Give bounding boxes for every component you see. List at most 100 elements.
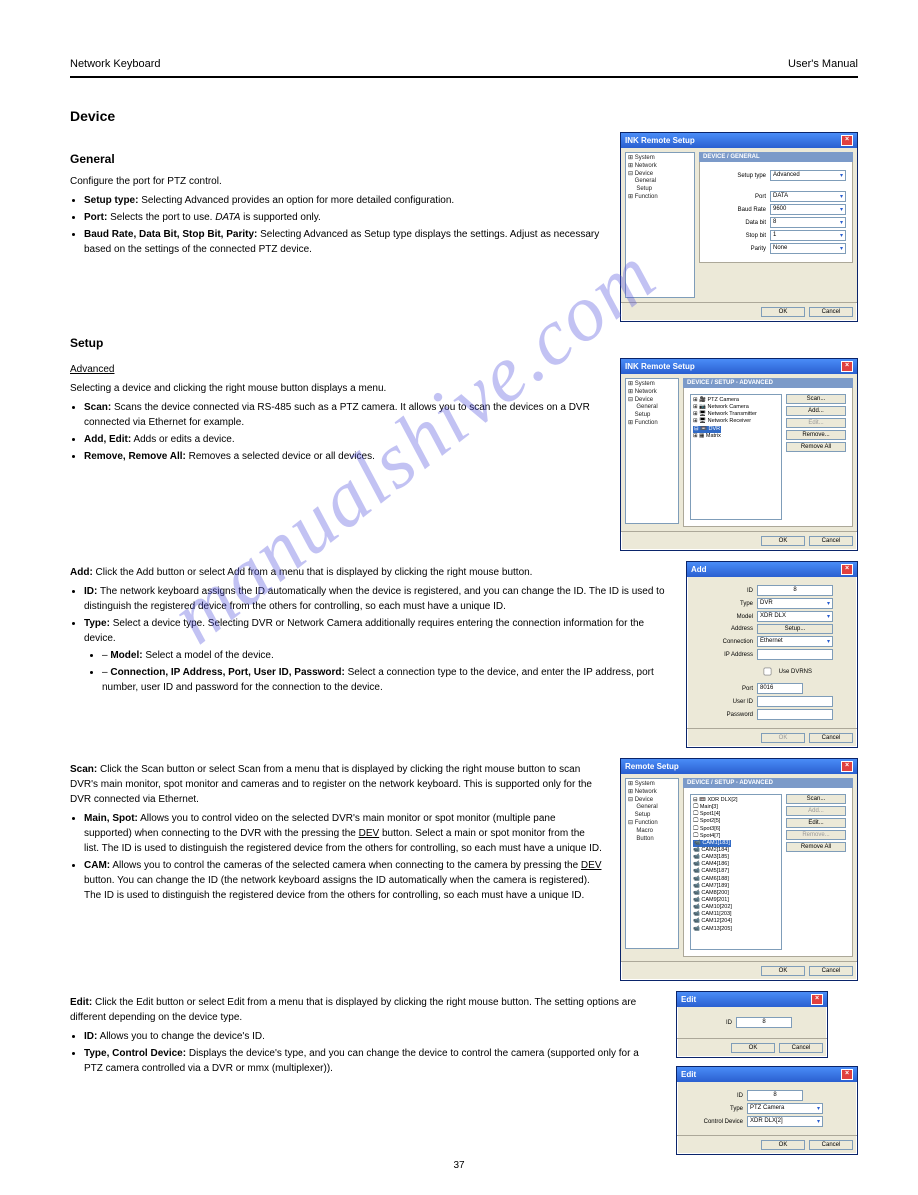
label-baud: Baud Rate [706,207,766,213]
button-edit[interactable]: Edit... [786,418,846,428]
select-model[interactable]: XDR DLX [757,611,833,622]
page-header: Network Keyboard User's Manual [70,40,858,78]
button-removeall[interactable]: Remove All [786,842,846,852]
close-icon[interactable]: × [841,1069,853,1080]
edit-text: Edit: Click the Edit button or select Ed… [70,995,658,1025]
userid-field[interactable] [757,696,833,707]
nav-tree[interactable]: ⊞ System⊞ Network⊟ Device General Setup⊞… [625,378,679,524]
select-type[interactable]: DVR [757,598,833,609]
label-connection: Connection [693,639,753,645]
ok-button[interactable]: OK [761,536,805,546]
select-stopbit[interactable]: 1 [770,230,846,241]
general-heading: General [70,152,602,166]
label-stopbit: Stop bit [706,233,766,239]
button-scan[interactable]: Scan... [786,794,846,804]
cancel-button[interactable]: Cancel [809,966,853,976]
label-id: ID [693,588,753,594]
advanced-list: Scan: Scans the device connected via RS-… [84,400,602,464]
cancel-button[interactable]: Cancel [809,307,853,317]
close-icon[interactable]: × [841,361,853,372]
nav-tree[interactable]: ⊞ System⊞ Network⊟ Device General Setup⊞… [625,152,695,298]
advanced-heading: Advanced [70,362,602,377]
scan-text: Scan: Click the Scan button or select Sc… [70,762,602,807]
label-address: Address [693,626,753,632]
nav-tree[interactable]: ⊞ System⊞ Network⊟ Device General Setup⊟… [625,778,679,949]
dialog-title: Add [691,565,707,574]
label-id: ID [712,1020,732,1026]
dialog-device-setup-advanced: INK Remote Setup × ⊞ System⊞ Network⊟ Dev… [620,358,858,551]
button-add[interactable]: Add... [786,806,846,816]
id-field[interactable]: 8 [736,1017,792,1028]
cancel-button[interactable]: Cancel [779,1043,823,1053]
password-field[interactable] [757,709,833,720]
ok-button[interactable]: OK [731,1043,775,1053]
select-parity[interactable]: None [770,243,846,254]
select-setup-type[interactable]: Advanced [770,170,846,181]
label-type: Type [693,601,753,607]
use-dvrns-checkbox[interactable]: Use DVRNS [757,662,812,681]
setup-heading: Setup [70,336,858,350]
general-list: Setup type: Selecting Advanced provides … [84,193,602,257]
ok-button[interactable]: OK [761,733,805,743]
label-port-num: Port [693,686,753,692]
button-column: Scan... Add... Edit... Remove... Remove All [786,794,846,950]
label-userid: User ID [693,699,753,705]
device-heading: Device [70,108,858,124]
ip-field[interactable] [757,649,833,660]
add-text: Add: Click the Add button or select Add … [70,565,668,580]
dialog-edit-id: Edit× ID8 OKCancel [676,991,828,1058]
select-control-device[interactable]: XDR DLX[2] [747,1116,823,1127]
ok-button[interactable]: OK [761,1140,805,1150]
dialog-device-general: INK Remote Setup × ⊞ System⊞ Network⊟ Dev… [620,132,858,322]
close-icon[interactable]: × [811,994,823,1005]
button-remove[interactable]: Remove... [786,830,846,840]
label-id: ID [683,1093,743,1099]
select-databit[interactable]: 8 [770,217,846,228]
dialog-scan-result: Remote Setup × ⊞ System⊞ Network⊟ Device … [620,758,858,981]
select-type[interactable]: PTZ Camera [747,1103,823,1114]
edit-list: ID: Allows you to change the device's ID… [84,1029,658,1076]
general-intro: Configure the port for PTZ control. [70,174,602,189]
select-baud[interactable]: 9600 [770,204,846,215]
label-setup-type: Setup type [706,173,766,179]
add-list: ID: The network keyboard assigns the ID … [84,584,668,695]
label-password: Password [693,712,753,718]
cancel-button[interactable]: Cancel [809,536,853,546]
close-icon[interactable]: × [841,135,853,146]
panel-title: DEVICE / SETUP - ADVANCED [683,378,853,388]
device-tree[interactable]: ⊟ 📼 XDR DLX[2] 🖵 Main[3] 🖵 Spot1[4] 🖵 Sp… [690,794,782,950]
label-type: Type [683,1106,743,1112]
button-edit[interactable]: Edit... [786,818,846,828]
device-tree[interactable]: ⊞ 🎥 PTZ Camera⊞ 📷 Network Camera⊞ 🖥 Netw… [690,394,782,520]
label-databit: Data bit [706,220,766,226]
label-model: Model [693,614,753,620]
cancel-button[interactable]: Cancel [809,1140,853,1150]
dialog-title: INK Remote Setup [625,362,695,371]
dialog-title: INK Remote Setup [625,136,695,145]
header-right: User's Manual [788,58,858,70]
button-scan[interactable]: Scan... [786,394,846,404]
header-left: Network Keyboard [70,58,161,70]
select-port[interactable]: DATA [770,191,846,202]
dialog-title: Remote Setup [625,762,679,771]
button-removeall[interactable]: Remove All [786,442,846,452]
ok-button[interactable]: OK [761,307,805,317]
select-connection[interactable]: Ethernet [757,636,833,647]
advanced-intro: Selecting a device and clicking the righ… [70,381,602,396]
id-field[interactable]: 8 [757,585,833,596]
button-add[interactable]: Add... [786,406,846,416]
label-ip: IP Address [693,652,753,658]
ok-button[interactable]: OK [761,966,805,976]
close-icon[interactable]: × [841,564,853,575]
close-icon[interactable]: × [841,761,853,772]
port-field[interactable]: 8016 [757,683,803,694]
button-remove[interactable]: Remove... [786,430,846,440]
scan-list: Main, Spot: Allows you to control video … [84,811,602,903]
label-control-device: Control Device [683,1119,743,1125]
address-setup-button[interactable]: Setup... [757,624,833,634]
dialog-add: Add × ID 8 Type DVR Model XDR DLX Address Set… [686,561,858,748]
cancel-button[interactable]: Cancel [809,733,853,743]
id-field[interactable]: 8 [747,1090,803,1101]
label-parity: Parity [706,246,766,252]
label-port: Port [706,194,766,200]
